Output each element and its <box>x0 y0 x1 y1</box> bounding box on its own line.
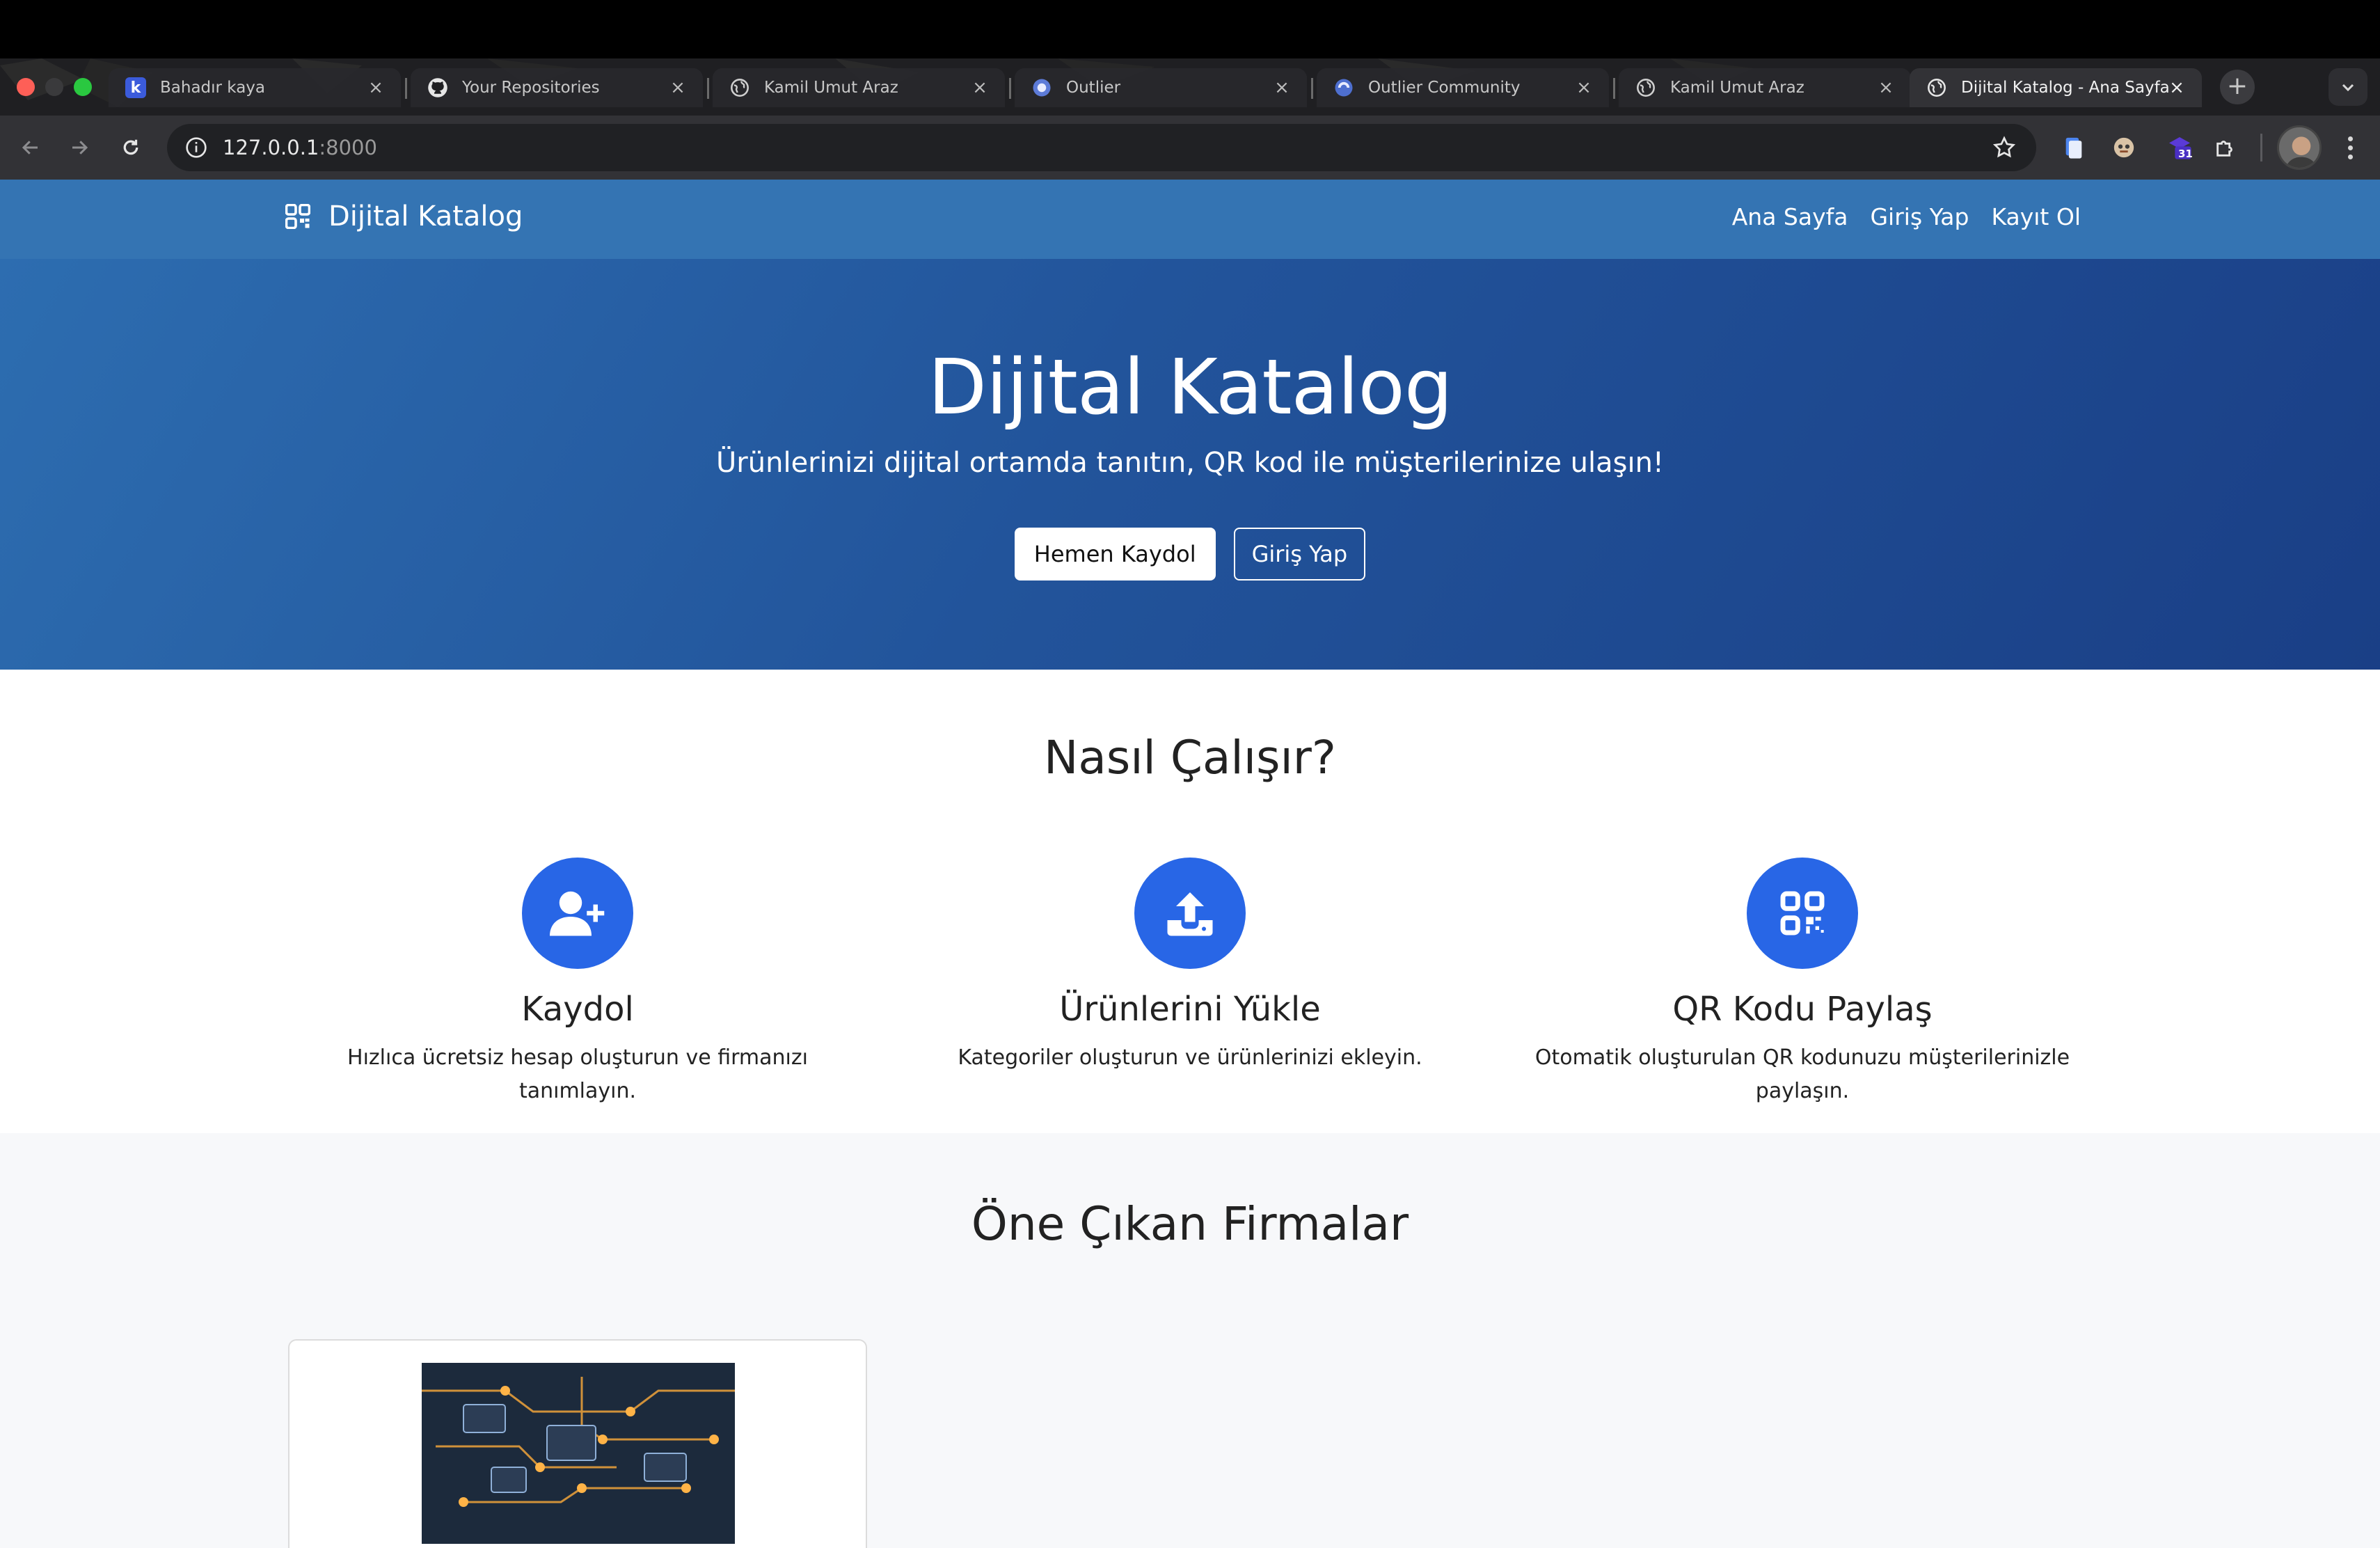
window-close-button[interactable] <box>17 78 35 96</box>
url-port: :8000 <box>319 136 377 159</box>
tab-title: Your Repositories <box>462 79 600 97</box>
step-icon-circle <box>1747 858 1858 969</box>
site-navbar: Dijital Katalog Ana Sayfa Giriş Yap Kayı… <box>0 180 2380 259</box>
circuit-board-image <box>422 1363 735 1544</box>
tab-title: Kamil Umut Araz <box>764 79 898 97</box>
step-icon-circle <box>1134 858 1246 969</box>
qr-code-icon <box>285 204 310 229</box>
brand-link[interactable]: Dijital Katalog <box>285 200 523 232</box>
reload-icon <box>123 139 138 155</box>
tab-separator <box>1613 78 1615 99</box>
url-host: 127.0.0.1 <box>223 136 319 159</box>
arrow-right-icon <box>72 141 88 155</box>
document-icon <box>2065 137 2082 159</box>
window-zoom-button[interactable] <box>74 78 92 96</box>
web-page: Dijital Katalog Ana Sayfa Giriş Yap Kayı… <box>0 180 2380 1548</box>
browser-tab[interactable]: Kamil Umut Araz × <box>713 68 1005 107</box>
section-title: Öne Çıkan Firmalar <box>971 1197 1409 1251</box>
profile-avatar[interactable] <box>2277 125 2322 170</box>
login-button[interactable]: Giriş Yap <box>1233 528 1366 580</box>
tab-close-icon[interactable]: × <box>1274 79 1290 97</box>
step-card: Kaydol Hızlıca ücretsiz hesap oluşturun … <box>271 858 884 1108</box>
register-now-button[interactable]: Hemen Kaydol <box>1014 528 1216 580</box>
step-text: Hızlıca ücretsiz hesap oluşturun ve firm… <box>347 1045 808 1103</box>
browser-tab-active[interactable]: Dijital Katalog - Ana Sayfa × <box>1910 68 2202 107</box>
tab-search-button[interactable] <box>2329 68 2367 106</box>
tab-title: Outlier Community <box>1368 79 1521 97</box>
k-app-icon: k <box>125 77 146 98</box>
hero-section: Dijital Katalog Ürünlerinizi dijital ort… <box>0 259 2380 670</box>
tab-title: Dijital Katalog - Ana Sayfa <box>1961 79 2168 97</box>
address-bar[interactable]: 127.0.0.1:8000 <box>167 124 2036 171</box>
browser-menu-button[interactable] <box>2340 132 2361 163</box>
step-title: QR Kodu Paylaş <box>1672 990 1933 1029</box>
bookmark-star-icon[interactable] <box>1992 135 2017 160</box>
new-tab-button[interactable]: + <box>2220 70 2255 104</box>
step-card: Ürünlerini Yükle Kategoriler oluşturun v… <box>884 858 1496 1075</box>
github-icon <box>427 77 448 98</box>
how-it-works-section: Nasıl Çalışır? Kaydol Hızlıca ücretsiz h… <box>0 670 2380 1133</box>
upload-icon <box>1167 892 1213 936</box>
arrow-left-icon <box>22 141 38 155</box>
tab-separator <box>405 78 407 99</box>
extensions-button[interactable] <box>2210 132 2241 163</box>
qr-code-icon <box>1780 891 1825 935</box>
globe-icon <box>1635 77 1656 98</box>
tab-close-icon[interactable]: × <box>971 79 988 97</box>
hero-title: Dijital Katalog <box>928 342 1452 432</box>
back-button[interactable] <box>15 132 46 163</box>
browser-tab[interactable]: Your Repositories × <box>411 68 703 107</box>
step-card: QR Kodu Paylaş Otomatik oluşturulan QR k… <box>1496 858 2109 1108</box>
tab-close-icon[interactable]: × <box>1576 79 1592 97</box>
site-nav-links: Ana Sayfa Giriş Yap Kayıt Ol <box>1732 203 2081 230</box>
reload-button[interactable] <box>116 132 146 163</box>
tab-close-icon[interactable]: × <box>1878 79 1894 97</box>
brand-name: Dijital Katalog <box>328 200 523 232</box>
nav-link-register[interactable]: Kayıt Ol <box>1991 203 2081 230</box>
tab-title: Bahadır kaya <box>160 79 266 97</box>
outlier-icon <box>1333 77 1354 98</box>
tab-close-icon[interactable]: × <box>2168 79 2185 97</box>
outlier-icon <box>1031 77 1052 98</box>
forward-button[interactable] <box>64 132 95 163</box>
browser-tab[interactable]: Kamil Umut Araz × <box>1619 68 1911 107</box>
tab-close-icon[interactable]: × <box>367 79 384 97</box>
browser-tab[interactable]: k Bahadır kaya × <box>109 68 401 107</box>
toolbar-separator <box>2260 134 2262 161</box>
nav-link-home[interactable]: Ana Sayfa <box>1732 203 1848 230</box>
tab-title: Kamil Umut Araz <box>1670 79 1804 97</box>
company-image <box>422 1363 735 1544</box>
extension-calendar[interactable]: 31 <box>2164 132 2195 163</box>
puzzle-icon <box>2216 141 2232 157</box>
extension-docs[interactable] <box>2058 132 2089 163</box>
user-plus-icon <box>550 891 605 936</box>
tab-separator <box>1009 78 1011 99</box>
step-text: Kategoriler oluşturun ve ürünlerinizi ek… <box>958 1045 1422 1070</box>
globe-icon <box>729 77 750 98</box>
extension-avatar[interactable] <box>2109 132 2139 163</box>
step-title: Kaydol <box>521 990 634 1029</box>
window-top-band <box>0 0 2380 58</box>
browser-tab[interactable]: Outlier Community × <box>1317 68 1609 107</box>
hero-subtitle: Ürünlerinizi dijital ortamda tanıtın, QR… <box>716 447 1664 479</box>
chevron-down-icon <box>2342 84 2354 92</box>
section-title: Nasıl Çalışır? <box>1044 731 1336 784</box>
step-icon-circle <box>522 858 633 969</box>
tab-title: Outlier <box>1066 79 1121 97</box>
window-minimize-button[interactable] <box>45 78 63 96</box>
globe-icon <box>1926 77 1947 98</box>
tab-separator <box>707 78 709 99</box>
company-card[interactable] <box>288 1339 867 1548</box>
tab-separator <box>1311 78 1313 99</box>
hero-buttons: Hemen Kaydol Giriş Yap <box>0 528 2380 580</box>
tab-close-icon[interactable]: × <box>669 79 686 97</box>
featured-companies-section: Öne Çıkan Firmalar <box>0 1133 2380 1548</box>
site-info-icon[interactable] <box>185 136 207 159</box>
browser-tab[interactable]: Outlier × <box>1015 68 1307 107</box>
nav-link-login[interactable]: Giriş Yap <box>1870 203 1969 230</box>
calendar-badge: 31 <box>2178 148 2193 160</box>
face-icon <box>2113 137 2134 158</box>
step-text: Otomatik oluşturulan QR kodunuzu müşteri… <box>1534 1045 2070 1103</box>
step-title: Ürünlerini Yükle <box>1059 990 1321 1029</box>
